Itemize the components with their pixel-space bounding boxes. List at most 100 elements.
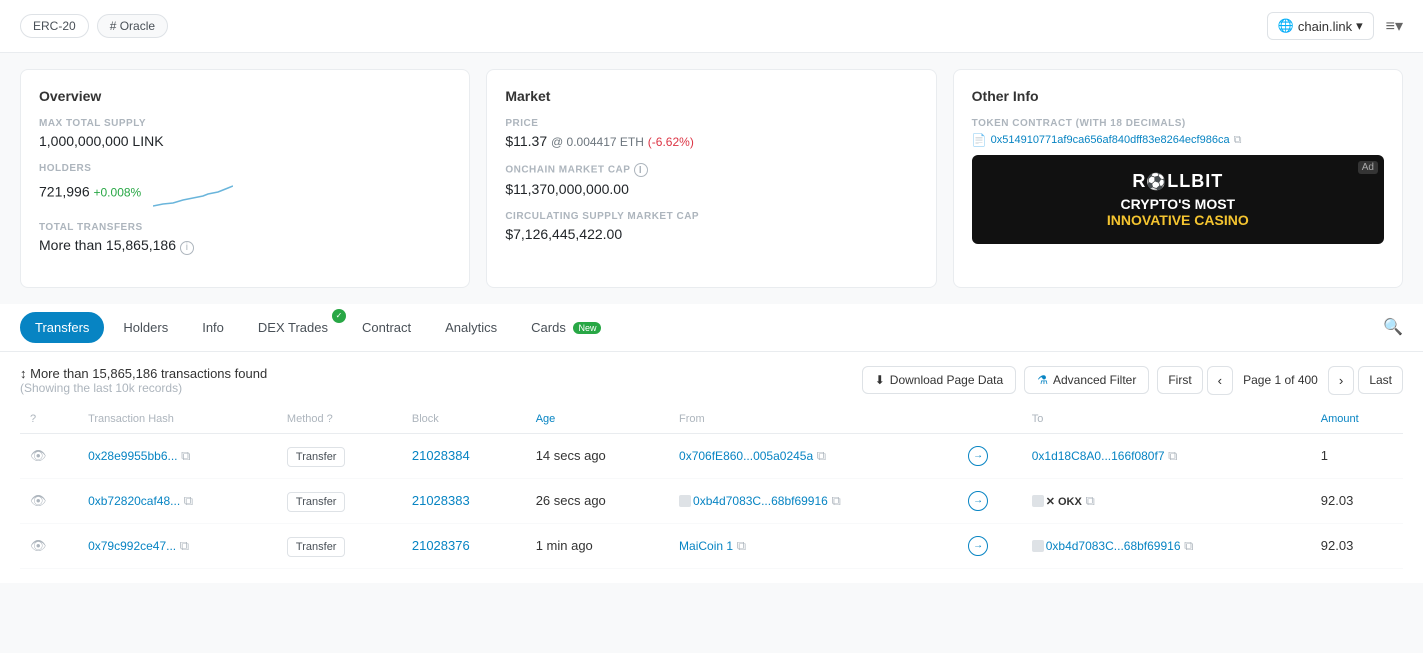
erc20-tag[interactable]: ERC-20	[20, 14, 89, 38]
copy-icon[interactable]: ⧉	[1234, 134, 1242, 147]
table-row: 👁 0x79c992ce47... ⧉ Transfer 21028376 1 …	[20, 523, 1403, 568]
ad-tagline: CRYPTO'S MOST INNOVATIVE CASINO	[988, 196, 1368, 228]
tx-hash[interactable]: 0x79c992ce47...	[88, 539, 176, 553]
tx-showing: (Showing the last 10k records)	[20, 381, 267, 395]
row-eye-icon[interactable]: 👁	[30, 538, 47, 553]
col-help-icon[interactable]: ?	[30, 413, 36, 425]
row-eye-icon[interactable]: 👁	[30, 448, 47, 463]
method-badge: Transfer	[287, 537, 346, 557]
col-block: Block	[402, 405, 526, 434]
from-address[interactable]: 0xb4d7083C...68bf69916	[693, 494, 828, 508]
tx-amount: 92.03	[1321, 493, 1354, 508]
tx-amount: 92.03	[1321, 538, 1354, 553]
sort-icon: ↕	[20, 366, 27, 381]
onchain-mcap-label: ONCHAIN MARKET CAP i	[505, 163, 917, 177]
tab-info[interactable]: Info	[187, 312, 239, 343]
oracle-tag[interactable]: # Oracle	[97, 14, 168, 38]
tx-age: 26 secs ago	[536, 493, 606, 508]
ad-label: Ad	[1358, 161, 1378, 174]
last-page-button[interactable]: Last	[1358, 366, 1403, 394]
copy-to-icon[interactable]: ⧉	[1168, 448, 1177, 463]
table-row: 👁 0xb72820caf48... ⧉ Transfer 21028383 2…	[20, 478, 1403, 523]
tabs-bar: Transfers Holders Info DEX Trades ✓ Cont…	[0, 304, 1423, 352]
to-pixel-icon	[1032, 495, 1044, 507]
onchain-mcap-value: $11,370,000,000.00	[505, 181, 917, 197]
price-value: $11.37 @ 0.004417 ETH (-6.62%)	[505, 133, 917, 149]
col-to: To	[1022, 405, 1311, 434]
onchain-mcap-info-icon[interactable]: i	[634, 163, 648, 177]
col-txhash: Transaction Hash	[78, 405, 277, 434]
row-eye-icon[interactable]: 👁	[30, 493, 47, 508]
tab-holders[interactable]: Holders	[108, 312, 183, 343]
copy-to-icon[interactable]: ⧉	[1085, 493, 1094, 508]
filter-icon: ⚗	[1037, 373, 1048, 387]
download-page-data-button[interactable]: ⬇ Download Page Data	[862, 366, 1016, 394]
globe-icon: 🌐	[1278, 18, 1294, 34]
tx-count: ↕ More than 15,865,186 transactions foun…	[20, 366, 267, 381]
tx-count-section: ↕ More than 15,865,186 transactions foun…	[20, 366, 267, 395]
advanced-filter-button[interactable]: ⚗ Advanced Filter	[1024, 366, 1149, 394]
first-page-button[interactable]: First	[1157, 366, 1202, 394]
total-transfers-value: More than 15,865,186 i	[39, 237, 451, 255]
circ-mcap-label: CIRCULATING SUPPLY MARKET CAP	[505, 211, 917, 222]
holders-change: +0.008%	[94, 186, 142, 200]
dex-trades-check-badge: ✓	[332, 309, 346, 323]
other-info-title: Other Info	[972, 88, 1384, 104]
direction-arrow: →	[968, 491, 988, 511]
ad-banner[interactable]: Ad R⚽LLBIT CRYPTO'S MOST INNOVATIVE CASI…	[972, 155, 1384, 244]
contract-address-row: 📄 0x514910771af9ca656af840dff83e8264ecf9…	[972, 133, 1384, 147]
tab-transfers[interactable]: Transfers	[20, 312, 104, 343]
col-amount: Amount	[1311, 405, 1403, 434]
to-address[interactable]: 0xb4d7083C...68bf69916	[1046, 539, 1181, 553]
transfers-info-icon[interactable]: i	[180, 241, 194, 255]
copy-from-icon[interactable]: ⧉	[831, 493, 840, 508]
market-card: Market PRICE $11.37 @ 0.004417 ETH (-6.6…	[486, 69, 936, 288]
token-tags: ERC-20 # Oracle	[20, 14, 168, 38]
total-transfers-label: TOTAL TRANSFERS	[39, 222, 451, 233]
from-pixel-icon	[679, 495, 691, 507]
col-method: Method ?	[277, 405, 402, 434]
col-from: From	[669, 405, 958, 434]
search-icon[interactable]: 🔍	[1383, 317, 1403, 337]
ad-logo: R⚽LLBIT	[988, 171, 1368, 192]
to-address[interactable]: ✕ OKX	[1046, 496, 1082, 508]
chevron-down-icon: ▾	[1356, 18, 1363, 34]
copy-hash-icon[interactable]: ⧉	[184, 493, 193, 508]
tx-hash[interactable]: 0x28e9955bb6...	[88, 449, 177, 463]
from-address[interactable]: MaiCoin 1	[679, 539, 733, 553]
to-pixel-icon	[1032, 540, 1044, 552]
copy-hash-icon[interactable]: ⧉	[180, 538, 189, 553]
copy-to-icon[interactable]: ⧉	[1184, 538, 1193, 553]
to-address[interactable]: 0x1d18C8A0...166f080f7	[1032, 449, 1165, 463]
tab-dex-trades[interactable]: DEX Trades ✓	[243, 312, 343, 343]
block-number[interactable]: 21028383	[412, 493, 470, 508]
copy-hash-icon[interactable]: ⧉	[181, 448, 190, 463]
overview-card: Overview MAX TOTAL SUPPLY 1,000,000,000 …	[20, 69, 470, 288]
chain-link-selector[interactable]: 🌐 chain.link ▾	[1267, 12, 1374, 40]
copy-from-icon[interactable]: ⧉	[817, 448, 826, 463]
direction-arrow: →	[968, 446, 988, 466]
block-number[interactable]: 21028384	[412, 448, 470, 463]
tab-analytics[interactable]: Analytics	[430, 312, 512, 343]
contract-address[interactable]: 0x514910771af9ca656af840dff83e8264ecf986…	[991, 134, 1230, 146]
tab-cards[interactable]: Cards New	[516, 312, 616, 343]
block-number[interactable]: 21028376	[412, 538, 470, 553]
list-view-icon[interactable]: ≡▾	[1386, 16, 1403, 36]
direction-arrow: →	[968, 536, 988, 556]
from-address[interactable]: 0x706fE860...005a0245a	[679, 449, 813, 463]
cards-new-badge: New	[573, 322, 601, 334]
market-title: Market	[505, 88, 917, 104]
next-page-button[interactable]: ›	[1328, 366, 1354, 395]
tx-age: 14 secs ago	[536, 448, 606, 463]
tx-hash[interactable]: 0xb72820caf48...	[88, 494, 180, 508]
tab-contract[interactable]: Contract	[347, 312, 426, 343]
page-info: Page 1 of 400	[1237, 373, 1324, 387]
table-actions: ⬇ Download Page Data ⚗ Advanced Filter F…	[862, 366, 1403, 395]
circ-mcap-value: $7,126,445,422.00	[505, 226, 917, 242]
tx-amount: 1	[1321, 448, 1328, 463]
copy-from-icon[interactable]: ⧉	[737, 538, 746, 553]
prev-page-button[interactable]: ‹	[1207, 366, 1233, 395]
max-supply-label: MAX TOTAL SUPPLY	[39, 118, 451, 129]
chain-link-label: chain.link	[1298, 19, 1352, 34]
method-badge: Transfer	[287, 492, 346, 512]
